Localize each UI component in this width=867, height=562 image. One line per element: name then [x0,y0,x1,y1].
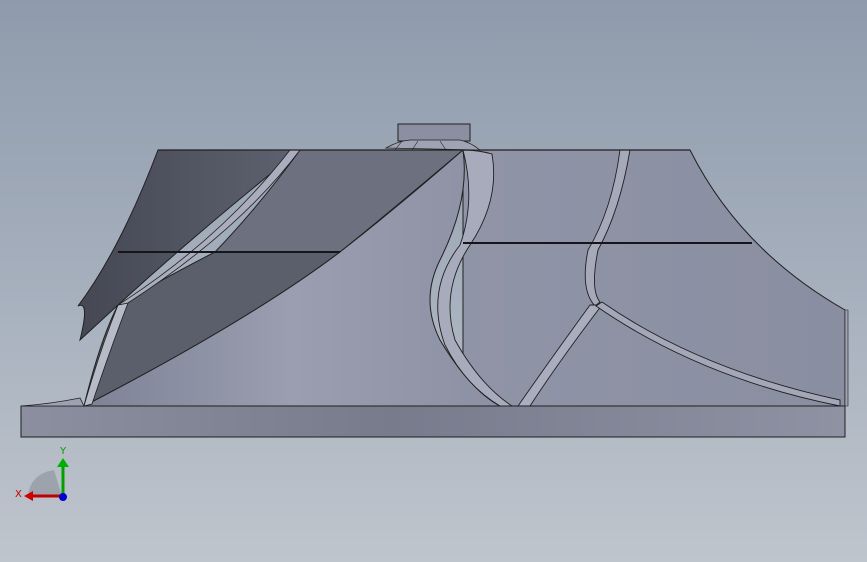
impeller-model[interactable] [0,0,867,562]
right-silhouette [844,309,849,407]
hub-right-body [462,149,846,407]
y-axis-label: Y [59,446,67,457]
left-base-fillet [20,397,85,407]
axis-triad[interactable]: Y X [10,440,80,510]
x-axis-label: X [15,489,22,500]
boss-fillet [384,139,482,151]
base-plate [20,405,846,438]
y-axis-arrow [57,458,69,467]
z-axis-dot [59,493,67,501]
graphics-viewport[interactable]: Y X [0,0,867,562]
top-boss [397,123,471,142]
triad-plane-shade [28,470,62,496]
